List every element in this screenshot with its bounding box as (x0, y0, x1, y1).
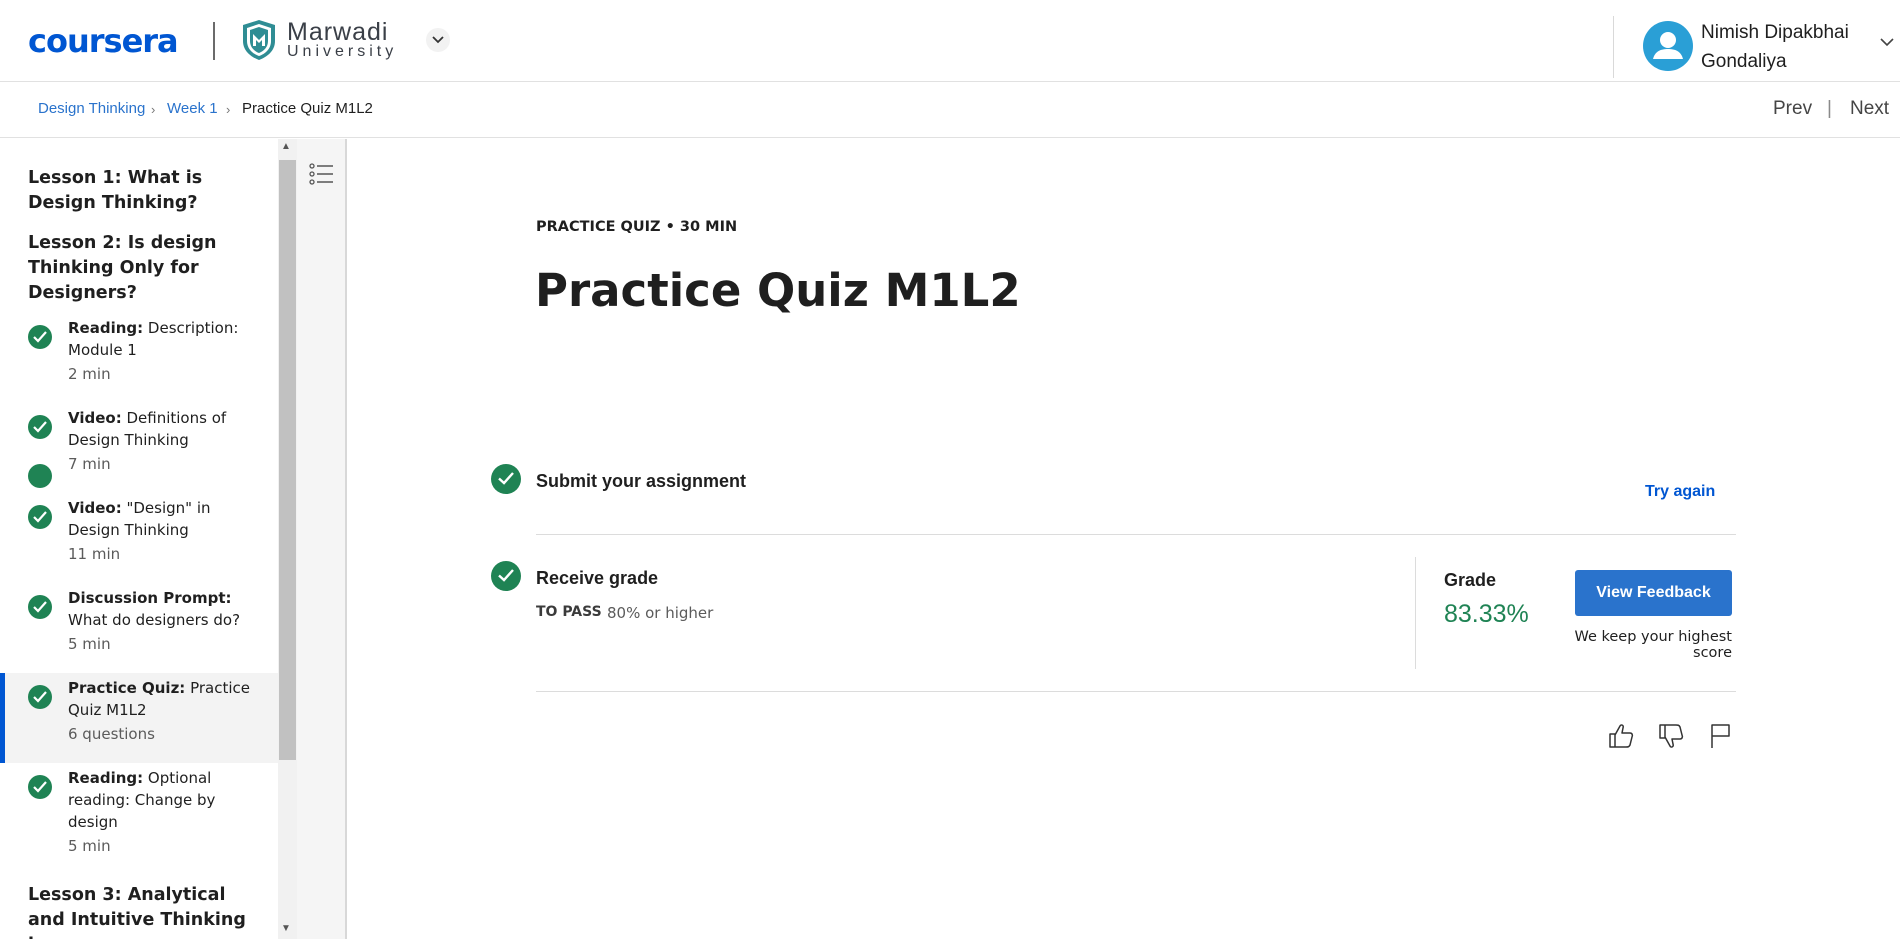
outline-item-practice-quiz[interactable]: Practice Quiz: Practice Quiz M1L2 6 ques… (0, 673, 278, 763)
section-divider (536, 534, 1736, 535)
grade-value: 83.33% (1444, 600, 1529, 628)
outline-item-discussion[interactable]: Discussion Prompt: What do designers do?… (0, 587, 278, 677)
outline-item-video[interactable]: Video: "Design" in Design Thinking 11 mi… (0, 497, 278, 587)
scroll-up-arrow-icon[interactable]: ▲ (281, 141, 291, 152)
coursera-logo[interactable]: coursera (28, 22, 179, 60)
thumbs-up-icon[interactable] (1607, 722, 1635, 750)
thumbs-down-icon[interactable] (1657, 722, 1685, 750)
item-type: Discussion Prompt: (68, 589, 232, 607)
to-pass-label: TO PASS (536, 604, 602, 620)
outline-item-reading[interactable]: Reading: Description: Module 1 2 min (0, 317, 278, 407)
item-eyebrow: PRACTICE QUIZ • 30 MIN (536, 219, 738, 235)
lesson-heading[interactable]: Lesson 2: Is design Thinking Only for De… (28, 231, 258, 306)
item-meta: 6 questions (68, 725, 155, 743)
chevron-right-icon: › (226, 102, 231, 117)
item-meta: 11 min (68, 545, 121, 563)
course-outline-sidebar: Lesson 1: What is Design Thinking? Lesso… (0, 139, 278, 939)
next-link[interactable]: Next (1850, 98, 1889, 120)
item-meta: 5 min (68, 837, 111, 855)
view-feedback-button[interactable]: View Feedback (1575, 570, 1732, 616)
grade-label: Grade (1444, 570, 1497, 590)
main-content: PRACTICE QUIZ • 30 MIN Practice Quiz M1L… (349, 139, 1900, 939)
lesson-heading[interactable]: Lesson 1: What is Design Thinking? (28, 166, 258, 216)
user-icon (1653, 32, 1683, 59)
check-icon (28, 415, 52, 439)
list-icon[interactable] (309, 161, 335, 187)
user-avatar[interactable] (1643, 21, 1693, 71)
chevron-right-icon: › (151, 102, 156, 117)
breadcrumb-current: Practice Quiz M1L2 (242, 100, 373, 117)
chevron-down-icon[interactable] (1880, 38, 1894, 47)
to-pass-value: 80% or higher (607, 604, 714, 622)
check-circle-icon (491, 464, 521, 494)
item-type: Video: (68, 499, 122, 517)
item-meta: 2 min (68, 365, 111, 383)
sidebar-scroll-thumb[interactable] (279, 160, 296, 760)
check-icon (28, 505, 52, 529)
breadcrumb-course[interactable]: Design Thinking (38, 100, 145, 117)
page-title: Practice Quiz M1L2 (535, 264, 1021, 317)
item-type: Reading: (68, 319, 144, 337)
user-name[interactable]: Nimish Dipakbhai Gondaliya (1701, 18, 1871, 76)
breadcrumb-bar: Design Thinking › Week 1 › Practice Quiz… (0, 82, 1900, 138)
outline-toggle-rail (297, 139, 347, 939)
prev-next-divider: | (1827, 98, 1832, 119)
item-title: What do designers do? (68, 611, 241, 629)
item-type: Practice Quiz: (68, 679, 186, 697)
try-again-link[interactable]: Try again (1645, 483, 1715, 501)
prev-link[interactable]: Prev (1773, 98, 1812, 120)
item-meta: 5 min (68, 635, 111, 653)
partner-menu-toggle[interactable] (426, 28, 450, 52)
university-shield-icon[interactable] (241, 19, 277, 61)
item-meta: 7 min (68, 455, 111, 473)
header-divider (1613, 16, 1614, 78)
submit-step-title: Submit your assignment (536, 471, 747, 491)
receive-step-title: Receive grade (536, 568, 659, 588)
university-name[interactable]: Marwadi University (287, 20, 397, 60)
check-icon (28, 685, 52, 709)
check-icon (28, 325, 52, 349)
check-circle-icon (491, 561, 521, 591)
outline-item-video[interactable]: Video: Definitions of Design Thinking 7 … (0, 407, 278, 497)
check-icon (28, 775, 52, 799)
section-divider (536, 691, 1736, 692)
outline-item-reading[interactable]: Reading: Optional reading: Change by des… (0, 767, 278, 877)
grade-divider (1415, 557, 1416, 669)
logo-divider (213, 22, 215, 60)
check-icon (28, 595, 52, 619)
lesson-heading[interactable]: Lesson 3: Analytical and Intuitive Think… (28, 883, 258, 939)
item-type: Reading: (68, 769, 144, 787)
top-header: coursera Marwadi University Nimish Dipak… (0, 0, 1900, 82)
chevron-down-icon (432, 36, 444, 44)
scroll-down-arrow-icon[interactable]: ▼ (281, 923, 291, 934)
flag-icon[interactable] (1707, 722, 1735, 750)
breadcrumb-week[interactable]: Week 1 (167, 100, 218, 117)
item-type: Video: (68, 409, 122, 427)
highest-score-note: We keep your highest score (1574, 629, 1732, 661)
